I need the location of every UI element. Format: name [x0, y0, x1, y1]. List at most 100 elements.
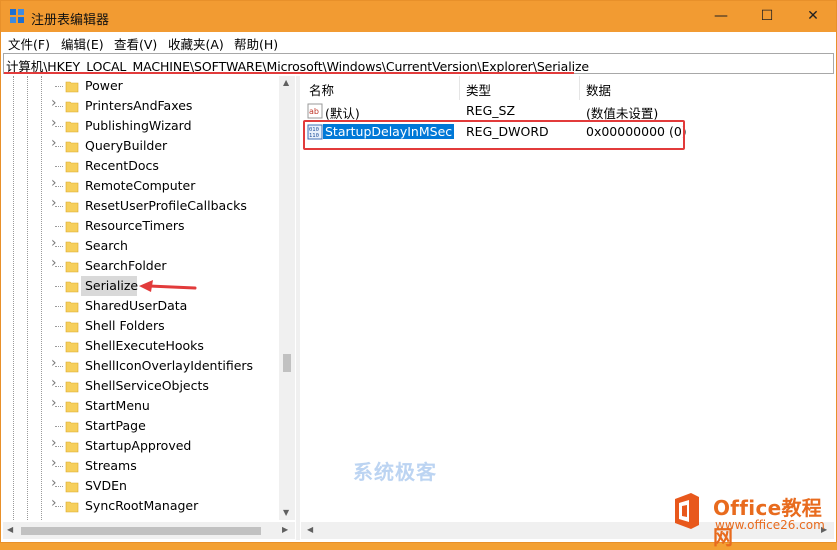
menu-help[interactable]: 帮助(H) — [234, 34, 278, 53]
tree-item[interactable]: › ShellServiceObjects — [3, 376, 283, 396]
folder-icon — [65, 181, 79, 193]
tree-item-label: Power — [85, 78, 123, 93]
expand-chevron-icon[interactable]: › — [51, 256, 57, 270]
expand-chevron-icon[interactable]: › — [51, 396, 57, 410]
watermark-url: www.office26.com — [715, 518, 825, 532]
tree-connector — [55, 166, 63, 167]
tree-item[interactable]: StartPage — [3, 416, 283, 436]
expand-chevron-icon[interactable]: › — [51, 196, 57, 210]
column-header-type[interactable]: 类型 — [466, 80, 491, 99]
column-separator[interactable] — [579, 76, 580, 100]
tree-item[interactable]: Shell Folders — [3, 316, 283, 336]
folder-icon — [65, 201, 79, 213]
scroll-left-icon[interactable]: ◀ — [307, 525, 313, 534]
tree-item[interactable]: RecentDocs — [3, 156, 283, 176]
tree-item[interactable]: › RemoteComputer — [3, 176, 283, 196]
expand-chevron-icon[interactable]: › — [51, 376, 57, 390]
tree-item[interactable]: › QueryBuilder — [3, 136, 283, 156]
expand-chevron-icon[interactable]: › — [51, 496, 57, 510]
key-tree-pane[interactable]: Power › PrintersAndFaxes › PublishingWizard ›… — [3, 76, 295, 520]
folder-icon — [65, 101, 79, 113]
menu-bar: 文件(F) 编辑(E) 查看(V) 收藏夹(A) 帮助(H) — [1, 32, 836, 52]
scroll-right-icon[interactable]: ▶ — [282, 525, 288, 534]
column-header-name[interactable]: 名称 — [309, 80, 334, 99]
maximize-button[interactable]: ☐ — [744, 1, 790, 32]
folder-icon — [65, 121, 79, 133]
folder-icon — [65, 281, 79, 293]
address-bar[interactable]: 计算机\HKEY_LOCAL_MACHINE\SOFTWARE\Microsof… — [3, 53, 834, 74]
tree-item[interactable]: › Search — [3, 236, 283, 256]
tree-item[interactable]: › SearchFolder — [3, 256, 283, 276]
tree-item-label: ResetUserProfileCallbacks — [85, 198, 247, 213]
tree-item-label: ResourceTimers — [85, 218, 185, 233]
annotation-arrow-icon — [139, 280, 197, 292]
tree-item[interactable]: › SVDEn — [3, 476, 283, 496]
expand-chevron-icon[interactable]: › — [51, 356, 57, 370]
menu-edit[interactable]: 编辑(E) — [61, 34, 104, 53]
expand-chevron-icon[interactable]: › — [51, 236, 57, 250]
tree-item[interactable]: ResourceTimers — [3, 216, 283, 236]
expand-chevron-icon[interactable]: › — [51, 456, 57, 470]
scroll-down-icon[interactable]: ▼ — [283, 508, 289, 517]
annotation-highlight-box — [303, 120, 685, 150]
close-button[interactable]: ✕ — [790, 1, 836, 32]
tree-item[interactable]: › Streams — [3, 456, 283, 476]
tree-item-label: PublishingWizard — [85, 118, 192, 133]
tree-item[interactable]: › ShellIconOverlayIdentifiers — [3, 356, 283, 376]
scroll-left-icon[interactable]: ◀ — [7, 525, 13, 534]
tree-item-label: SearchFolder — [85, 258, 167, 273]
address-annotation-underline — [4, 72, 574, 74]
column-separator[interactable] — [459, 76, 460, 100]
tree-item[interactable]: › ResetUserProfileCallbacks — [3, 196, 283, 216]
tree-connector — [55, 86, 63, 87]
scroll-thumb[interactable] — [283, 354, 291, 372]
tree-item-label: Search — [85, 238, 128, 253]
tree-item-label: ShellExecuteHooks — [85, 338, 204, 353]
expand-chevron-icon[interactable]: › — [51, 176, 57, 190]
minimize-button[interactable]: — — [698, 1, 744, 32]
tree-item[interactable]: › PublishingWizard — [3, 116, 283, 136]
tree-horizontal-scrollbar[interactable]: ◀ ▶ — [3, 522, 295, 539]
tree-item-label: RecentDocs — [85, 158, 159, 173]
tree-item[interactable]: › PrintersAndFaxes — [3, 96, 283, 116]
expand-chevron-icon[interactable]: › — [51, 136, 57, 150]
tree-item-label: SharedUserData — [85, 298, 188, 313]
expand-chevron-icon[interactable]: › — [51, 96, 57, 110]
string-value-icon: ab — [307, 103, 323, 119]
expand-chevron-icon[interactable]: › — [51, 476, 57, 490]
folder-icon — [65, 461, 79, 473]
registry-editor-app-icon — [10, 9, 24, 23]
column-header-data[interactable]: 数据 — [586, 80, 611, 99]
tree-item[interactable]: TBDEn — [3, 516, 283, 520]
tree-item[interactable]: ShellExecuteHooks — [3, 336, 283, 356]
tree-item[interactable]: › SyncRootManager — [3, 496, 283, 516]
scroll-thumb[interactable] — [21, 527, 261, 535]
watermark-text: 系统极客 — [353, 460, 437, 484]
window-title: 注册表编辑器 — [31, 13, 110, 28]
tree-item[interactable]: SharedUserData — [3, 296, 283, 316]
title-bar[interactable]: 注册表编辑器 — ☐ ✕ — [1, 1, 836, 32]
expand-chevron-icon[interactable]: › — [51, 436, 57, 450]
tree-connector — [55, 346, 63, 347]
tree-item[interactable]: Power — [3, 76, 283, 96]
folder-icon — [65, 421, 79, 433]
tree-item-label: Streams — [85, 458, 137, 473]
pane-splitter[interactable] — [296, 76, 300, 540]
scroll-up-icon[interactable]: ▲ — [283, 78, 289, 87]
folder-icon — [65, 321, 79, 333]
menu-favorites[interactable]: 收藏夹(A) — [168, 34, 224, 53]
menu-file[interactable]: 文件(F) — [8, 34, 50, 53]
expand-chevron-icon[interactable]: › — [51, 116, 57, 130]
tree-vertical-scrollbar[interactable]: ▲ ▼ — [279, 76, 295, 520]
folder-icon — [65, 341, 79, 353]
tree-item[interactable]: › StartMenu — [3, 396, 283, 416]
value-row-default[interactable]: ab (默认) REG_SZ (数值未设置) — [301, 101, 834, 121]
folder-icon — [65, 261, 79, 273]
folder-icon — [65, 221, 79, 233]
menu-view[interactable]: 查看(V) — [114, 34, 157, 53]
folder-icon — [65, 141, 79, 153]
tree-item[interactable]: › StartupApproved — [3, 436, 283, 456]
tree-connector — [55, 286, 63, 287]
folder-icon — [65, 401, 79, 413]
value-type: REG_SZ — [466, 103, 516, 118]
